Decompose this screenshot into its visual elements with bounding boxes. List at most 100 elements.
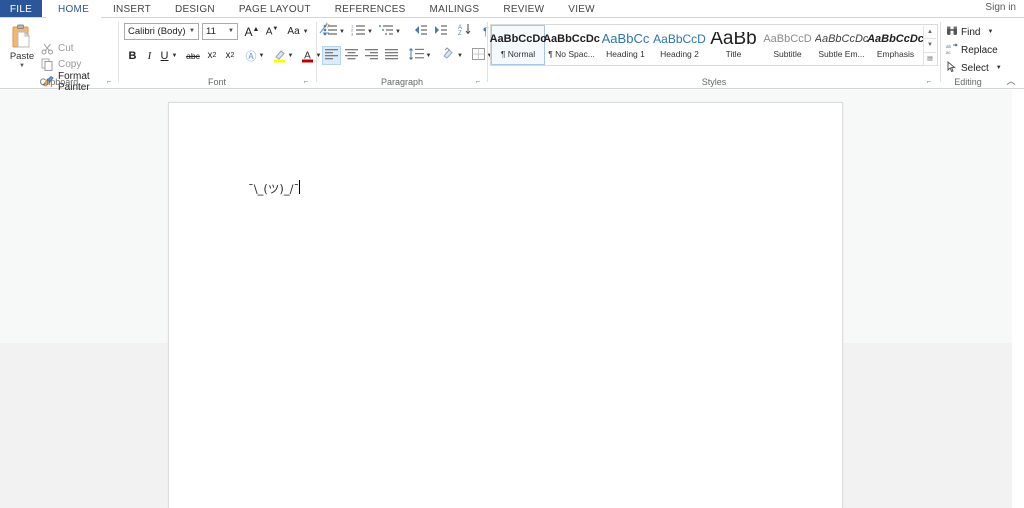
italic-button[interactable]: I <box>141 46 158 65</box>
style-item-normal[interactable]: AaBbCcDc ¶ Normal <box>490 25 546 65</box>
style-name: Subtle Em... <box>818 48 865 59</box>
style-item-title[interactable]: AaBb Title <box>707 25 761 65</box>
sort-icon: A Z <box>458 23 472 41</box>
chevron-down-icon[interactable]: ▼ <box>259 53 265 59</box>
shrink-font-button[interactable]: A▼ <box>263 22 281 41</box>
chevron-down-icon[interactable]: ▼ <box>457 53 463 59</box>
numbering-button[interactable]: 1 2 3 ▼ <box>350 22 374 41</box>
replace-button[interactable]: ab ac Replace <box>946 42 998 58</box>
ribbon-tab-strip: FILE HOME INSERT DESIGN PAGE LAYOUT REFERENC… <box>0 0 1024 18</box>
tab-review[interactable]: REVIEW <box>491 0 556 18</box>
document-page[interactable]: ¯\_(ツ)_/¯ <box>168 102 843 508</box>
highlight-color-button[interactable]: ▼ <box>271 46 295 65</box>
tab-references[interactable]: REFERENCES <box>323 0 418 18</box>
change-case-button[interactable]: Aa ▼ <box>285 22 311 41</box>
text-effects-button[interactable]: Ⓐ ▼ <box>243 46 267 65</box>
document-body-text[interactable]: ¯\_(ツ)_/¯ <box>248 181 299 197</box>
style-sample: AaBb <box>710 31 757 46</box>
tab-file[interactable]: FILE <box>0 0 42 18</box>
justify-icon <box>385 47 398 65</box>
underline-label: U <box>160 49 169 62</box>
chevron-down-icon[interactable]: ▼ <box>339 29 345 35</box>
chevron-down-icon[interactable]: ▼ <box>395 29 401 35</box>
align-left-button[interactable] <box>322 46 341 65</box>
collapse-ribbon-button[interactable]: ︿ <box>1004 74 1018 87</box>
chevron-down-icon[interactable]: ▼ <box>367 29 373 35</box>
document-workspace: ¯\_(ツ)_/¯ <box>0 90 1024 508</box>
style-item-no-spac[interactable]: AaBbCcDc ¶ No Spac... <box>543 25 600 65</box>
chevron-down-icon[interactable]: ▼ <box>172 53 178 59</box>
style-sample: AaBbCcDc <box>543 32 600 45</box>
bullets-button[interactable]: ▼ <box>322 22 346 41</box>
styles-scroll-down-button[interactable]: ▼ <box>923 39 936 53</box>
chevron-down-icon[interactable]: ▼ <box>225 23 237 40</box>
align-center-button[interactable] <box>342 46 361 65</box>
cursor-select-icon <box>946 60 958 76</box>
bullet-list-icon <box>323 23 338 41</box>
cut-button[interactable]: Cut <box>41 41 74 56</box>
chevron-down-icon[interactable]: ▼ <box>288 53 294 59</box>
tab-insert[interactable]: INSERT <box>101 0 163 18</box>
text-effects-icon: Ⓐ <box>245 50 257 63</box>
styles-gallery: AaBbCcDc ¶ Normal AaBbCcDc ¶ No Spac... AaBb… <box>490 24 938 66</box>
shading-button[interactable]: ▼ <box>439 46 465 65</box>
style-item-emphasis[interactable]: AaBbCcDc Emphasis <box>867 25 924 65</box>
chevron-down-icon[interactable]: ▼ <box>186 23 198 40</box>
style-sample: AaBbCcDc <box>867 32 924 45</box>
font-dialog-launcher[interactable]: ⌐ <box>301 77 311 87</box>
italic-label: I <box>147 49 152 62</box>
find-button[interactable]: Find ▼ <box>946 24 993 40</box>
tab-mailings[interactable]: MAILINGS <box>418 0 492 18</box>
font-size-input[interactable]: 11 ▼ <box>202 23 238 40</box>
style-item-subtitle[interactable]: AaBbCcD Subtitle <box>761 25 815 65</box>
clipboard-icon <box>10 24 34 50</box>
font-size-value: 11 <box>206 26 216 37</box>
style-item-heading-2[interactable]: AaBbCcD Heading 2 <box>653 25 707 65</box>
style-name: Heading 1 <box>606 48 645 59</box>
sign-in-button[interactable]: Sign in <box>985 2 1016 13</box>
cut-label: Cut <box>58 43 74 54</box>
paragraph-dialog-launcher[interactable]: ⌐ <box>473 77 483 87</box>
style-sample: AaBbCc <box>601 31 650 46</box>
underline-button[interactable]: U ▼ <box>158 46 180 65</box>
decrease-indent-button[interactable] <box>410 22 430 41</box>
multilevel-list-icon <box>379 23 394 41</box>
paste-dropdown-caret[interactable]: ▼ <box>19 63 25 69</box>
styles-scroll-up-button[interactable]: ▲ <box>923 26 936 40</box>
sort-button[interactable]: A Z <box>455 22 475 41</box>
superscript-button[interactable]: x2 <box>221 46 239 65</box>
styles-more-button[interactable]: ▤ <box>923 52 936 66</box>
clipboard-dialog-launcher[interactable]: ⌐ <box>104 77 114 87</box>
align-right-button[interactable] <box>362 46 381 65</box>
chevron-down-icon[interactable]: ▼ <box>426 53 432 59</box>
style-item-subtle-em[interactable]: AaBbCcDc Subtle Em... <box>815 25 869 65</box>
font-name-input[interactable]: Calibri (Body) ▼ <box>124 23 199 40</box>
clipboard-group-label: Clipboard <box>39 77 79 87</box>
word-application-window: FILE HOME INSERT DESIGN PAGE LAYOUT REFERENC… <box>0 0 1024 508</box>
chevron-down-icon[interactable]: ▼ <box>996 65 1002 71</box>
strikethrough-button[interactable]: abc <box>183 46 203 65</box>
style-name: Heading 2 <box>660 48 699 59</box>
chevron-down-icon[interactable]: ▼ <box>987 29 993 35</box>
chevron-down-icon[interactable]: ▼ <box>303 29 309 35</box>
grow-font-button[interactable]: A▲ <box>243 22 261 41</box>
select-button[interactable]: Select ▼ <box>946 60 1002 76</box>
editing-group-label: Editing <box>954 77 982 87</box>
styles-group-label: Styles <box>701 77 727 87</box>
shading-icon <box>441 46 455 65</box>
tab-design[interactable]: DESIGN <box>163 0 227 18</box>
bold-button[interactable]: B <box>124 46 141 65</box>
grow-font-icon: A▲ <box>244 24 260 39</box>
style-item-heading-1[interactable]: AaBbCc Heading 1 <box>599 25 653 65</box>
tab-home[interactable]: HOME <box>46 0 101 18</box>
increase-indent-button[interactable] <box>430 22 450 41</box>
align-left-icon <box>325 47 338 65</box>
tab-view[interactable]: VIEW <box>556 0 607 18</box>
styles-gallery-scrollbar[interactable]: ▲ ▼ ▤ <box>923 26 936 66</box>
justify-button[interactable] <box>382 46 401 65</box>
multilevel-list-button[interactable]: ▼ <box>378 22 402 41</box>
paste-button[interactable]: Paste ▼ <box>4 22 40 80</box>
tab-page-layout[interactable]: PAGE LAYOUT <box>227 0 323 18</box>
line-spacing-button[interactable]: ▼ <box>407 46 433 65</box>
subscript-button[interactable]: x2 <box>203 46 221 65</box>
